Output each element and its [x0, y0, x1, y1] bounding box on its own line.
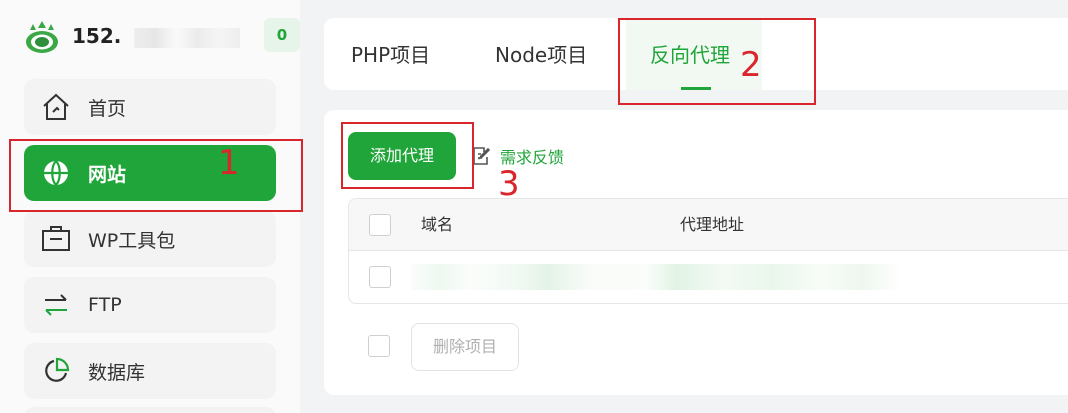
proxy-table: 域名 代理地址: [348, 198, 1068, 304]
server-info: 152. 0: [24, 18, 300, 56]
annotation-box-3: [341, 122, 474, 189]
table-header: 域名 代理地址: [349, 199, 1068, 251]
sidebar-item-database[interactable]: 数据库: [24, 343, 276, 399]
redacted-row-content: [411, 264, 901, 290]
sidebar-item-label: WP工具包: [88, 229, 176, 252]
row-checkbox[interactable]: [369, 266, 391, 288]
column-header-domain: 域名: [421, 215, 454, 234]
sidebar-item-more[interactable]: [24, 407, 276, 413]
sidebar-item-label: 数据库: [88, 361, 146, 384]
select-all-checkbox[interactable]: [369, 214, 391, 236]
table-row[interactable]: [349, 251, 1068, 303]
tab-node-projects[interactable]: Node项目: [495, 18, 587, 90]
app-window: 152. 0 首页 网站 WP工具包 FTP 数据库 PHP项目 Node项目 …: [0, 0, 1068, 413]
bulk-select-checkbox[interactable]: [368, 335, 390, 357]
transfer-arrows-icon: [40, 289, 72, 321]
home-icon: [40, 91, 72, 123]
logo-icon: [26, 21, 58, 53]
server-ip: 152.: [72, 24, 122, 48]
annotation-box-1: [9, 139, 303, 212]
tab-php-projects[interactable]: PHP项目: [351, 18, 430, 90]
annotation-number-2: 2: [740, 45, 762, 85]
sidebar-item-home[interactable]: 首页: [24, 79, 276, 135]
annotation-number-3: 3: [498, 164, 520, 204]
notification-badge[interactable]: 0: [264, 18, 300, 52]
sidebar-item-label: 首页: [88, 97, 127, 120]
sidebar-item-wp-toolkit[interactable]: WP工具包: [24, 211, 276, 267]
toolbox-icon: [40, 223, 72, 255]
column-header-proxy-address: 代理地址: [680, 215, 745, 234]
annotation-number-1: 1: [218, 143, 240, 183]
delete-project-button[interactable]: 删除项目: [411, 323, 519, 371]
sidebar-item-label: FTP: [88, 294, 122, 316]
sidebar-item-ftp[interactable]: FTP: [24, 277, 276, 333]
annotation-box-2: [618, 18, 816, 105]
ip-redaction: [134, 28, 240, 48]
database-pie-icon: [40, 355, 72, 387]
